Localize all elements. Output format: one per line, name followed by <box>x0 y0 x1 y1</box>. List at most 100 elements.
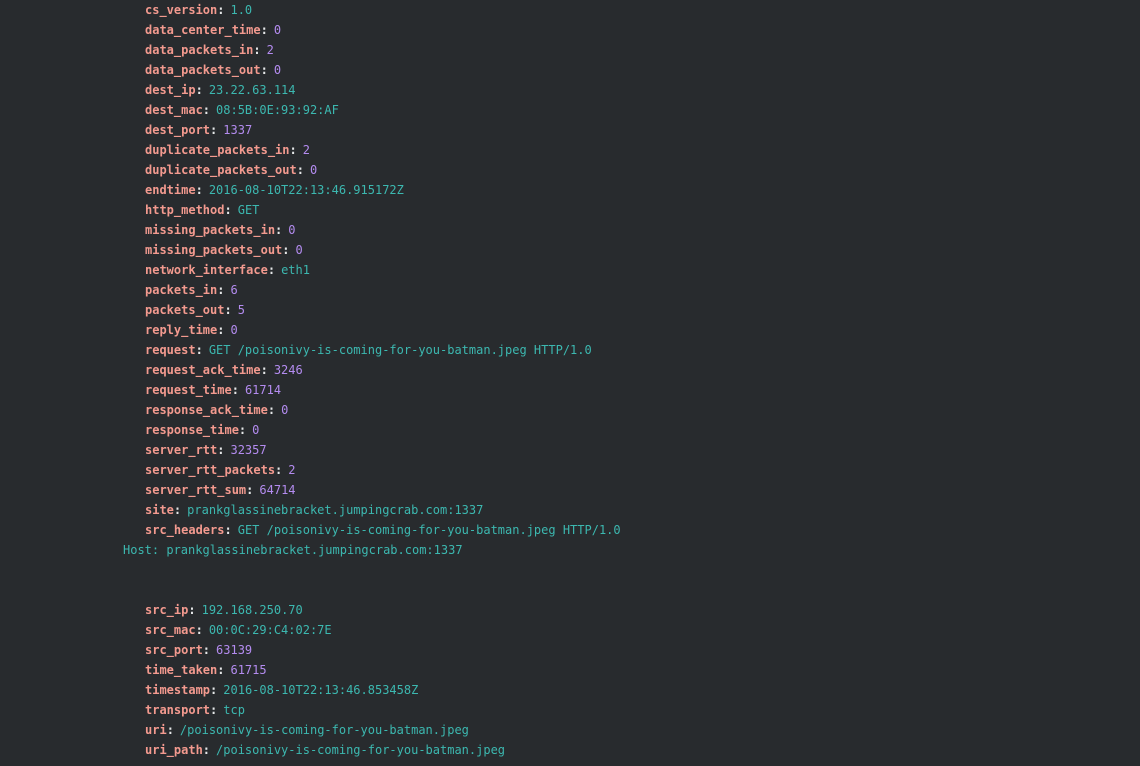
field-value[interactable]: 61715 <box>230 663 266 677</box>
field-value[interactable]: 1.0 <box>230 3 252 17</box>
event-fields-list: cs_version: 1.0 data_center_time: 0 data_pac… <box>0 0 1140 760</box>
field-key[interactable]: request_ack_time <box>145 363 261 377</box>
field-value[interactable]: 32357 <box>230 443 266 457</box>
field-key[interactable]: server_rtt <box>145 443 217 457</box>
field-key[interactable]: uri_path <box>145 743 203 757</box>
field-key[interactable]: packets_out <box>145 303 224 317</box>
field-key[interactable]: transport <box>145 703 210 717</box>
field-key[interactable]: http_method <box>145 203 224 217</box>
field-row-data-packets-in: data_packets_in: 2 <box>0 40 1140 60</box>
field-value[interactable]: /poisonivy-is-coming-for-you-batman.jpeg <box>180 723 469 737</box>
field-value[interactable]: 08:5B:0E:93:92:AF <box>216 103 339 117</box>
field-value[interactable]: 0 <box>274 23 281 37</box>
field-key[interactable]: endtime <box>145 183 196 197</box>
field-key[interactable]: missing_packets_in <box>145 223 275 237</box>
field-value[interactable]: GET /poisonivy-is-coming-for-you-batman.… <box>238 523 621 537</box>
field-entry: endtime: 2016-08-10T22:13:46.915172Z <box>145 180 404 200</box>
field-value[interactable]: 2 <box>288 463 295 477</box>
field-value[interactable]: 64714 <box>259 483 295 497</box>
field-key[interactable]: site <box>145 503 174 517</box>
field-value[interactable]: 0 <box>310 163 317 177</box>
field-value[interactable]: 3246 <box>274 363 303 377</box>
field-value[interactable]: 61714 <box>245 383 281 397</box>
field-key[interactable]: server_rtt_sum <box>145 483 246 497</box>
field-entry: data_center_time: 0 <box>145 20 281 40</box>
field-key[interactable]: time_taken <box>145 663 217 677</box>
field-value[interactable]: prankglassinebracket.jumpingcrab.com:133… <box>187 503 483 517</box>
field-key[interactable]: src_mac <box>145 623 196 637</box>
field-value[interactable]: 63139 <box>216 643 252 657</box>
field-value[interactable]: 0 <box>252 423 259 437</box>
field-key[interactable]: reply_time <box>145 323 217 337</box>
field-separator: : <box>224 303 232 317</box>
field-key[interactable]: response_time <box>145 423 239 437</box>
field-key[interactable]: request <box>145 343 196 357</box>
field-entry: duplicate_packets_in: 2 <box>145 140 310 160</box>
field-value[interactable]: 2016-08-10T22:13:46.915172Z <box>209 183 404 197</box>
field-row-response-time: response_time: 0 <box>0 420 1140 440</box>
field-key[interactable]: network_interface <box>145 263 268 277</box>
field-value[interactable]: GET <box>238 203 260 217</box>
field-key[interactable]: data_center_time <box>145 23 261 37</box>
field-row-response-ack-time: response_ack_time: 0 <box>0 400 1140 420</box>
field-row-packets-in: packets_in: 6 <box>0 280 1140 300</box>
field-row-http-method: http_method: GET <box>0 200 1140 220</box>
field-key[interactable]: duplicate_packets_in <box>145 143 290 157</box>
field-row-endtime: endtime: 2016-08-10T22:13:46.915172Z <box>0 180 1140 200</box>
field-entry: src_port: 63139 <box>145 640 252 660</box>
field-entry: dest_mac: 08:5B:0E:93:92:AF <box>145 100 339 120</box>
field-value[interactable]: 0 <box>281 403 288 417</box>
field-key[interactable]: uri <box>145 723 167 737</box>
field-key[interactable]: response_ack_time <box>145 403 268 417</box>
field-row-uri-path: uri_path: /poisonivy-is-coming-for-you-ba… <box>0 740 1140 760</box>
field-value[interactable]: 0 <box>296 243 303 257</box>
field-value[interactable]: 23.22.63.114 <box>209 83 296 97</box>
field-entry: duplicate_packets_out: 0 <box>145 160 317 180</box>
field-value[interactable]: 0 <box>274 63 281 77</box>
field-value[interactable]: 192.168.250.70 <box>202 603 303 617</box>
field-key[interactable]: data_packets_in <box>145 43 253 57</box>
field-key[interactable]: cs_version <box>145 3 217 17</box>
field-value[interactable]: GET /poisonivy-is-coming-for-you-batman.… <box>209 343 592 357</box>
field-separator: : <box>231 383 239 397</box>
field-value[interactable]: /poisonivy-is-coming-for-you-batman.jpeg <box>216 743 505 757</box>
field-entry: data_packets_in: 2 <box>145 40 274 60</box>
field-separator: : <box>202 743 211 757</box>
field-value[interactable]: 2 <box>267 43 274 57</box>
field-row-missing-packets-out: missing_packets_out: 0 <box>0 240 1140 260</box>
field-value[interactable]: 2016-08-10T22:13:46.853458Z <box>223 683 418 697</box>
field-value[interactable]: 0 <box>230 323 237 337</box>
field-value[interactable]: 5 <box>238 303 245 317</box>
field-key[interactable]: server_rtt_packets <box>145 463 275 477</box>
field-entry: transport: tcp <box>145 700 245 720</box>
field-row-src-port: src_port: 63139 <box>0 640 1140 660</box>
src-headers-continuation[interactable]: Host: prankglassinebracket.jumpingcrab.c… <box>123 540 463 560</box>
field-entry: time_taken: 61715 <box>145 660 267 680</box>
field-value[interactable]: tcp <box>223 703 245 717</box>
field-key[interactable]: data_packets_out <box>145 63 261 77</box>
field-key[interactable]: dest_port <box>145 123 210 137</box>
field-value[interactable]: 1337 <box>223 123 252 137</box>
field-value[interactable]: 00:0C:29:C4:02:7E <box>209 623 332 637</box>
field-entry: src_mac: 00:0C:29:C4:02:7E <box>145 620 332 640</box>
field-value[interactable]: 2 <box>303 143 310 157</box>
field-key[interactable]: timestamp <box>145 683 210 697</box>
field-key[interactable]: dest_mac <box>145 103 203 117</box>
field-key[interactable]: src_ip <box>145 603 188 617</box>
field-value[interactable]: eth1 <box>281 263 310 277</box>
field-entry: cs_version: 1.0 <box>145 0 252 20</box>
field-key[interactable]: duplicate_packets_out <box>145 163 297 177</box>
field-key[interactable]: packets_in <box>145 283 217 297</box>
field-key[interactable]: src_headers <box>145 523 224 537</box>
field-value[interactable]: 6 <box>230 283 237 297</box>
field-entry: missing_packets_out: 0 <box>145 240 303 260</box>
field-row-data-center-time: data_center_time: 0 <box>0 20 1140 40</box>
field-value[interactable]: 0 <box>288 223 295 237</box>
field-key[interactable]: missing_packets_out <box>145 243 282 257</box>
field-row-server-rtt-packets: server_rtt_packets: 2 <box>0 460 1140 480</box>
field-key[interactable]: request_time <box>145 383 232 397</box>
field-key[interactable]: dest_ip <box>145 83 196 97</box>
field-key[interactable]: src_port <box>145 643 203 657</box>
field-row-request-ack-time: request_ack_time: 3246 <box>0 360 1140 380</box>
